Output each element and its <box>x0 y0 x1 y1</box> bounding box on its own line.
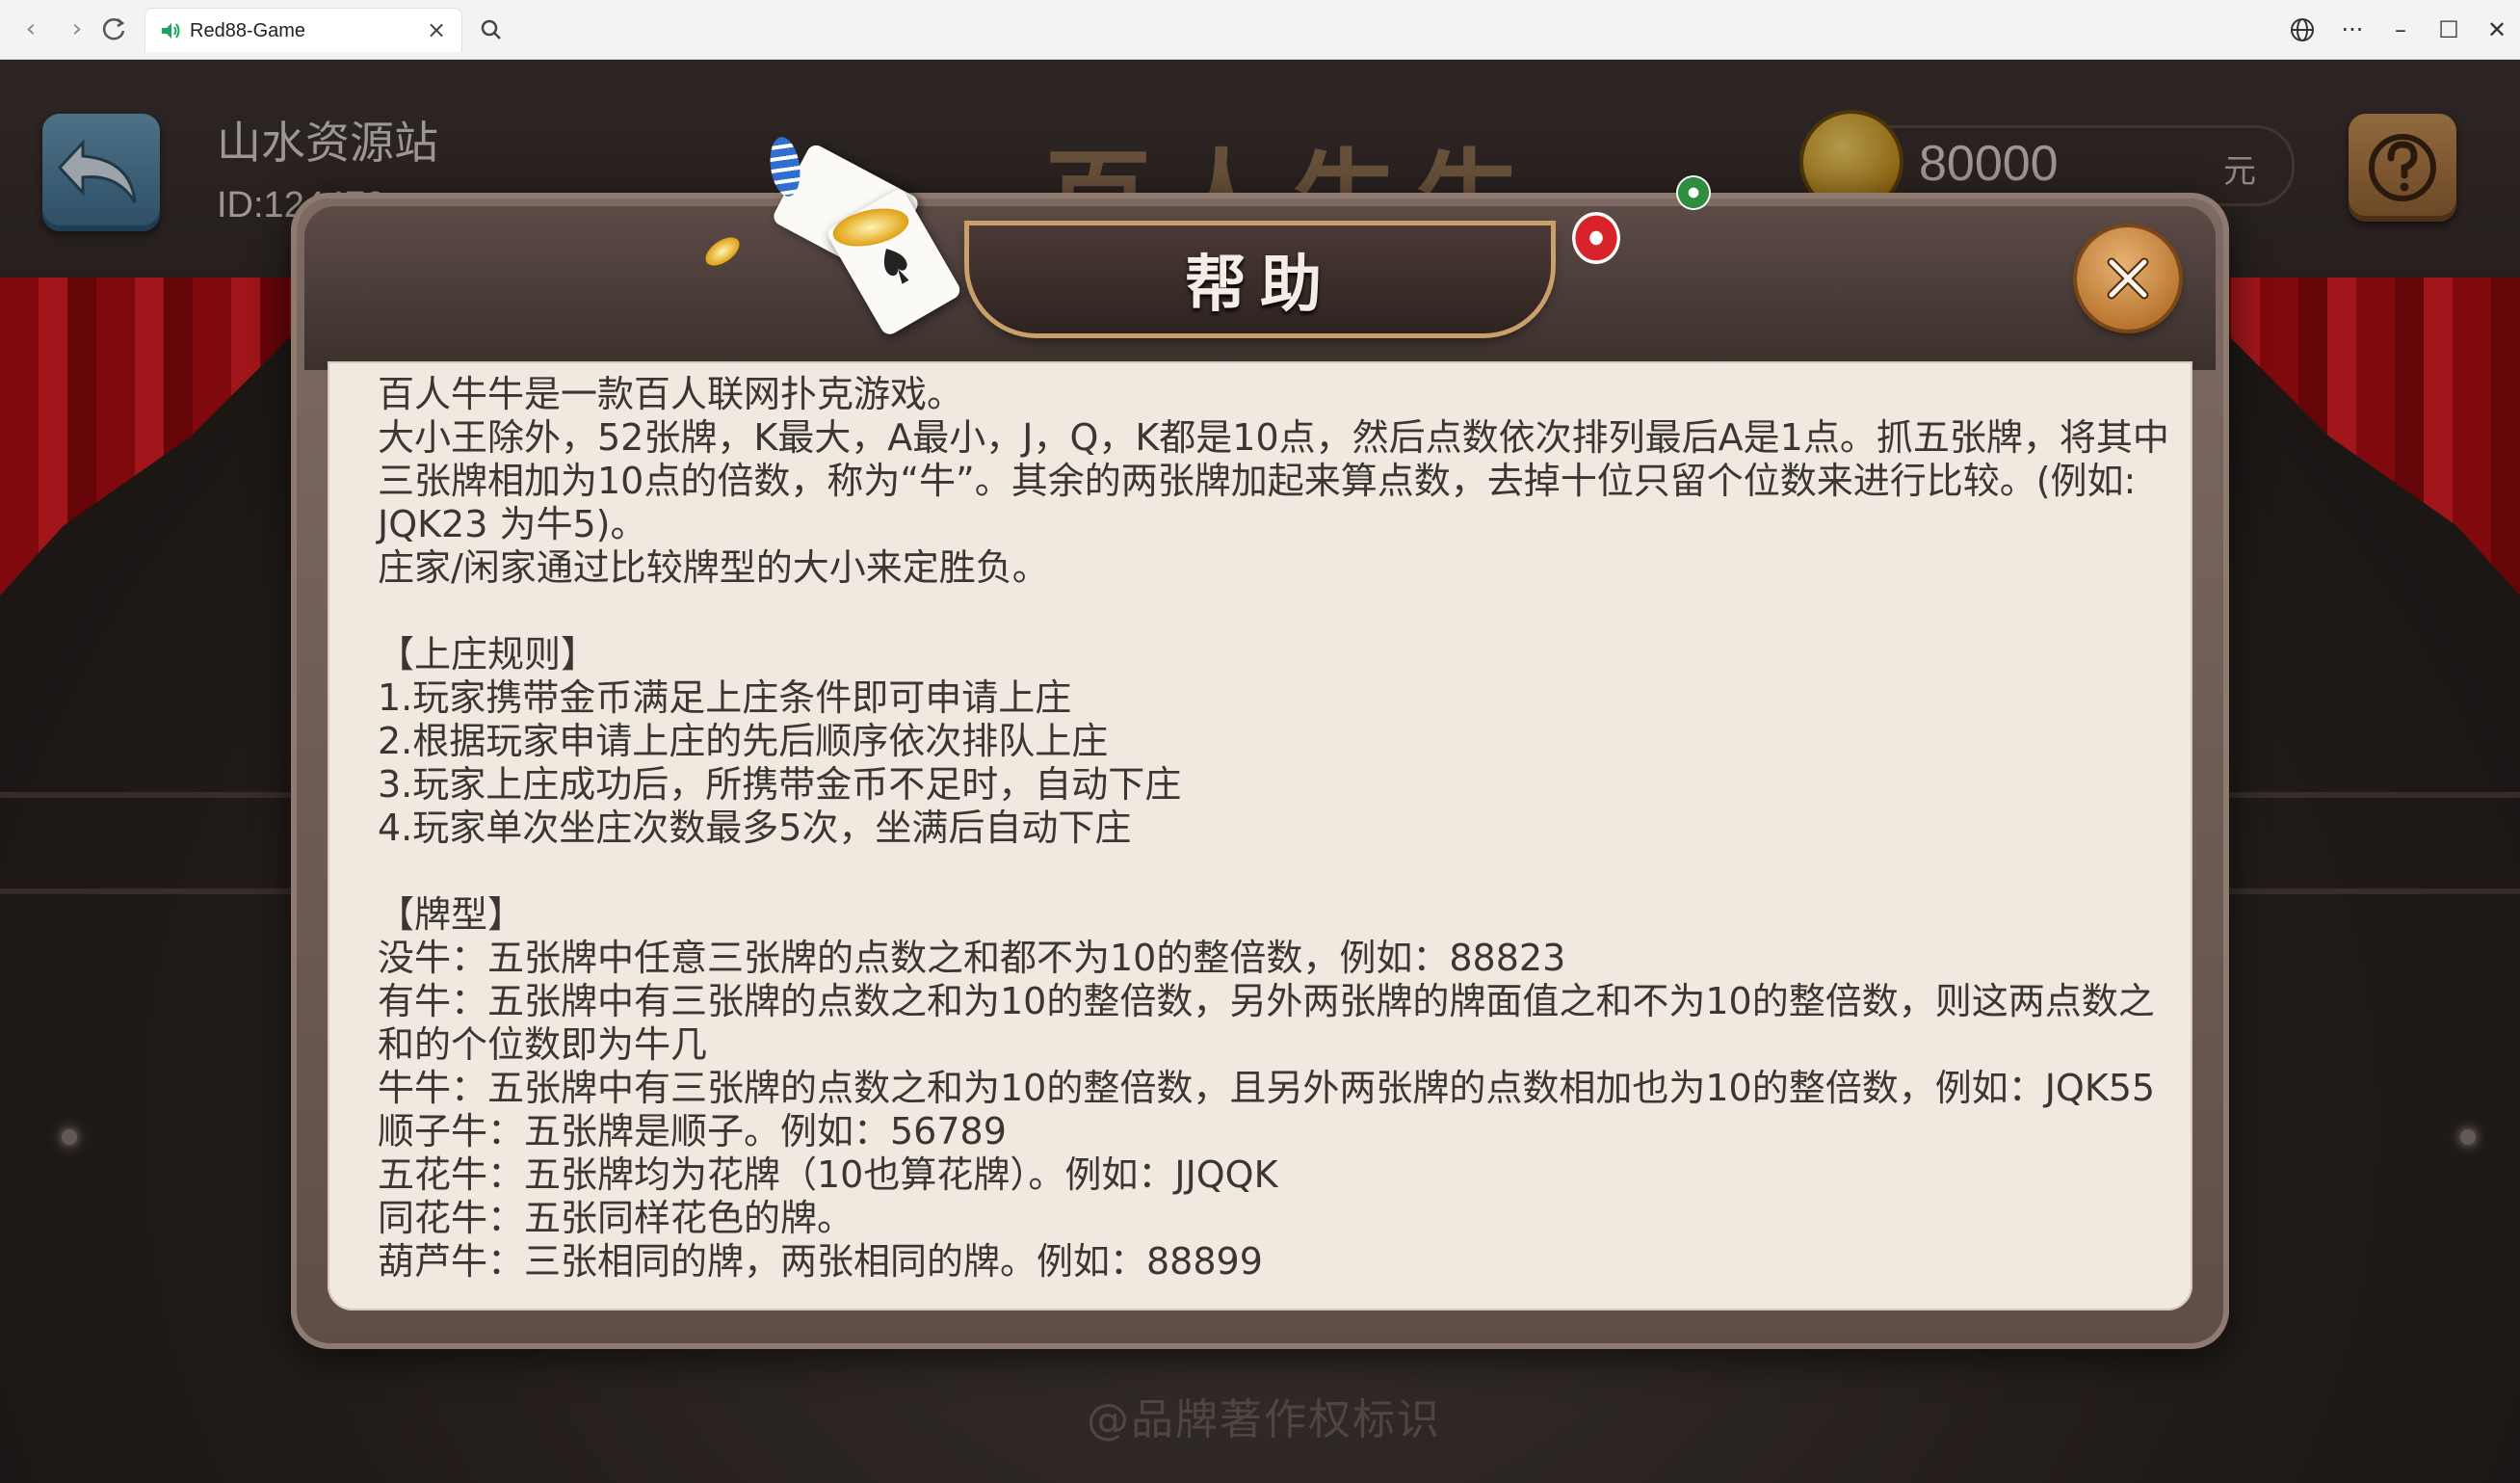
maximize-icon[interactable]: ☐ <box>2429 12 2468 48</box>
minimize-icon[interactable]: – <box>2381 12 2420 48</box>
help-blank-line <box>378 590 2169 633</box>
close-icon <box>2107 257 2149 300</box>
dialog-title: 帮助 <box>1185 250 1335 321</box>
help-dialog: 帮助 百人牛牛是一款百人联网扑克游戏。 大小王除外，52张牌，K最大，A最小，J… <box>291 135 2229 1349</box>
tab-title: Red88-Game <box>190 20 306 41</box>
close-tab-icon[interactable]: × <box>423 16 450 43</box>
browser-toolbar: ‹ › Red88-Game × ··· – ☐ ✕ <box>0 0 2520 60</box>
help-line: 4.玩家单次坐庄次数最多5次，坐满后自动下庄 <box>378 807 1132 849</box>
help-line: 庄家/闲家通过比较牌型的大小来定胜负。 <box>378 546 1049 589</box>
close-window-icon[interactable]: ✕ <box>2478 12 2516 48</box>
help-content-scroll[interactable]: 百人牛牛是一款百人联网扑克游戏。 大小王除外，52张牌，K最大，A最小，J，Q，… <box>328 361 2192 1311</box>
help-line: 2.根据玩家申请上庄的先后顺序依次排队上庄 <box>378 720 1109 762</box>
help-line: 有牛：五张牌中有三张牌的点数之和为10的整倍数，另外两张牌的牌面值之和不为10的… <box>378 980 2155 1066</box>
forward-arrow-icon[interactable]: › <box>60 12 94 46</box>
help-line: 没牛：五张牌中任意三张牌的点数之和都不为10的整倍数，例如：88823 <box>378 937 1566 979</box>
help-blank-line <box>378 850 2169 893</box>
help-content-text: 百人牛牛是一款百人联网扑克游戏。 大小王除外，52张牌，K最大，A最小，J，Q，… <box>378 373 2169 1284</box>
help-line: 3.玩家上庄成功后，所携带金币不足时，自动下庄 <box>378 763 1182 806</box>
more-icon[interactable]: ··· <box>2333 12 2372 48</box>
help-line: 牛牛：五张牌中有三张牌的点数之和为10的整倍数，且另外两张牌的点数相加也为10的… <box>378 1067 2156 1109</box>
dialog-header: 帮助 <box>304 206 2216 370</box>
help-line: 葫芦牛：三张相同的牌，两张相同的牌。例如：88899 <box>378 1240 1263 1283</box>
help-line: 1.玩家携带金币满足上庄条件即可申请上庄 <box>378 676 1072 719</box>
help-line: 顺子牛：五张牌是顺子。例如：56789 <box>378 1110 1007 1152</box>
red-chip-icon <box>1572 212 1620 264</box>
help-line: 五花牛：五张牌均为花牌（10也算花牌）。例如：JJQQK <box>378 1153 1278 1196</box>
speaker-icon[interactable] <box>159 19 182 42</box>
close-dialog-button[interactable] <box>2077 227 2179 330</box>
reload-icon[interactable] <box>96 12 131 46</box>
title-plate: 帮助 <box>969 225 1551 333</box>
help-line: 百人牛牛是一款百人联网扑克游戏。 <box>378 373 964 415</box>
green-chip-icon <box>1676 175 1711 210</box>
section-heading: 【牌型】 <box>378 893 525 936</box>
help-line: 同花牛：五张同样花色的牌。 <box>378 1197 854 1239</box>
globe-icon[interactable] <box>2283 12 2322 48</box>
search-icon[interactable] <box>472 12 511 48</box>
back-arrow-icon[interactable]: ‹ <box>13 12 48 46</box>
browser-tab[interactable]: Red88-Game × <box>144 8 462 52</box>
section-heading: 【上庄规则】 <box>378 633 598 675</box>
help-line: 大小王除外，52张牌，K最大，A最小，J，Q，K都是10点，然后点数依次排列最后… <box>378 416 2169 545</box>
